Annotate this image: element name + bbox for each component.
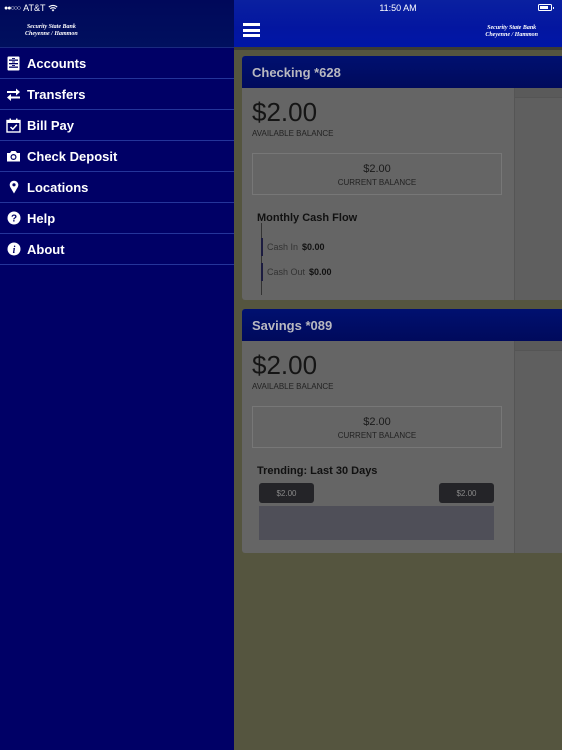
bank-logo: Security State Bank Cheyenne / Hammon (485, 25, 538, 39)
logo-line-2: Cheyenne / Hammon (25, 31, 78, 37)
map-pin-icon (6, 180, 21, 195)
calendar-check-icon (6, 118, 21, 133)
svg-text:?: ? (10, 214, 16, 225)
cash-out-label: Cash Out (267, 267, 306, 277)
cash-in-bar (261, 238, 263, 256)
wifi-icon (48, 4, 59, 12)
current-balance-amount: $2.00 (363, 163, 391, 175)
cash-flow-title: Monthly Cash Flow (257, 212, 358, 224)
main-content: 11:50 AM Security State Bank Cheyenne / … (234, 0, 562, 750)
sidebar-header: ●●○○○ AT&T Security State Bank Cheyenne … (0, 0, 234, 47)
hamburger-line (243, 23, 260, 26)
info-circle-icon: i (6, 242, 21, 257)
cash-in-label: Cash In (267, 242, 299, 252)
current-balance-box: $2.00 CURRENT BALANCE (252, 153, 502, 195)
cash-out-value: $0.00 (309, 267, 332, 277)
account-side-panel (514, 341, 562, 553)
account-card-savings[interactable]: Savings *089 $2.00 AVAILABLE BALANCE $2.… (242, 309, 562, 553)
sidebar-item-label: Help (27, 210, 56, 226)
side-panel-header (515, 88, 562, 98)
transfers-icon (6, 87, 21, 102)
cash-in-row: Cash In $0.00 (261, 238, 325, 256)
bank-logo: Security State Bank Cheyenne / Hammon (25, 24, 78, 38)
sidebar-item-label: Transfers (27, 86, 86, 102)
account-card-body: $2.00 AVAILABLE BALANCE $2.00 CURRENT BA… (242, 341, 562, 553)
sidebar-item-label: Check Deposit (27, 148, 118, 164)
app-header: 11:50 AM Security State Bank Cheyenne / … (234, 0, 562, 47)
logo-line-1: Security State Bank (26, 24, 76, 30)
trend-start-label: $2.00 (259, 483, 314, 503)
available-balance-label: AVAILABLE BALANCE (252, 129, 334, 138)
sidebar-item-locations[interactable]: Locations (0, 172, 234, 203)
status-time: 11:50 AM (379, 3, 417, 13)
available-balance-label: AVAILABLE BALANCE (252, 382, 334, 391)
menu-toggle-button[interactable] (243, 23, 260, 37)
sidebar-item-bill-pay[interactable]: Bill Pay (0, 110, 234, 141)
trending-title: Trending: Last 30 Days (257, 465, 378, 477)
cash-out-row: Cash Out $0.00 (261, 263, 332, 281)
logo-line-2: Cheyenne / Hammon (485, 32, 538, 38)
current-balance-label: CURRENT BALANCE (337, 178, 417, 187)
current-balance-label: CURRENT BALANCE (337, 431, 417, 440)
account-card-body: $2.00 AVAILABLE BALANCE $2.00 CURRENT BA… (242, 88, 562, 300)
svg-text:i: i (12, 245, 15, 256)
account-card-checking[interactable]: Checking *628 $2.00 AVAILABLE BALANCE $2… (242, 56, 562, 300)
accounts-icon (6, 56, 21, 71)
header-divider (234, 47, 562, 50)
cash-in-value: $0.00 (302, 242, 325, 252)
account-side-panel (514, 88, 562, 300)
status-bar-left: ●●○○○ AT&T (4, 3, 59, 13)
account-title[interactable]: Savings *089 (242, 309, 562, 341)
current-balance-amount: $2.00 (363, 416, 391, 428)
available-balance-amount: $2.00 (252, 350, 318, 380)
hamburger-line (243, 34, 260, 37)
available-balance-amount: $2.00 (252, 97, 318, 127)
account-title[interactable]: Checking *628 (242, 56, 562, 88)
camera-icon (6, 149, 21, 164)
sidebar-item-accounts[interactable]: Accounts (0, 48, 234, 79)
side-menu: ●●○○○ AT&T Security State Bank Cheyenne … (0, 0, 234, 750)
sidebar-item-label: Accounts (27, 55, 87, 71)
carrier-name: AT&T (23, 3, 46, 13)
cash-flow-axis (261, 223, 262, 295)
sidebar-menu: Accounts Transfers Bill Pay Check Deposi… (0, 47, 234, 265)
current-balance-box: $2.00 CURRENT BALANCE (252, 406, 502, 448)
sidebar-item-label: Locations (27, 179, 89, 195)
sidebar-item-check-deposit[interactable]: Check Deposit (0, 141, 234, 172)
sidebar-item-help[interactable]: ? Help (0, 203, 234, 234)
sidebar-item-transfers[interactable]: Transfers (0, 79, 234, 110)
logo-line-1: Security State Bank (487, 25, 537, 31)
sidebar-item-label: Bill Pay (27, 117, 74, 133)
question-circle-icon: ? (6, 211, 21, 226)
sidebar-item-label: About (27, 241, 65, 257)
signal-strength-icon: ●●○○○ (4, 4, 21, 12)
trend-end-label: $2.00 (439, 483, 494, 503)
battery-icon (538, 4, 554, 11)
hamburger-line (243, 28, 260, 32)
side-panel-header (515, 341, 562, 351)
sidebar-item-about[interactable]: i About (0, 234, 234, 265)
cash-out-bar (261, 263, 263, 281)
trend-chart-area (259, 506, 494, 540)
